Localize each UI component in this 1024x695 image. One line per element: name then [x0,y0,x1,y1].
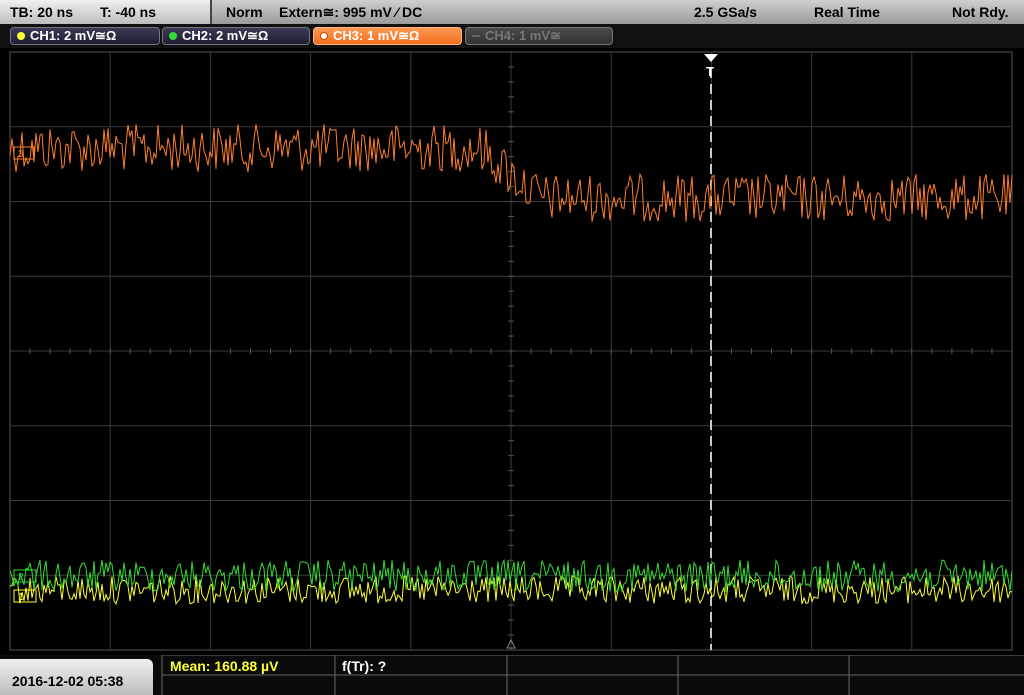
channel-1-offset-label: 1 [18,592,24,603]
datetime-box: 2016-12-02 05:38 [0,659,153,695]
channel-3-offset-label: 3 [18,149,24,160]
status-bar: TB: 20 ns T: -40 ns Norm Extern≅: 995 mV… [0,0,1024,24]
acquisition-status: Not Rdy. [952,4,1009,20]
trigger-mode[interactable]: Norm [226,4,263,20]
acquisition-mode: Real Time [814,4,880,20]
channel-2-label: CH2: 2 mV≅Ω [182,28,269,43]
channel-3-indicator-icon [320,32,328,40]
channel-bar: CH1: 2 mV≅Ω CH2: 2 mV≅Ω CH3: 1 mV≅Ω CH4:… [0,24,1024,48]
channel-2-indicator-icon [169,32,177,40]
waveform-display[interactable]: T 3 2 1 [0,48,1024,655]
measurement-bar [0,655,1024,695]
timebase-box[interactable]: TB: 20 ns T: -40 ns [0,0,212,24]
channel-3-label: CH3: 1 mV≅Ω [333,28,420,43]
channel-4-label: CH4: 1 mV≅ [485,28,561,43]
channel-3-button[interactable]: CH3: 1 mV≅Ω [313,27,462,45]
waveform-grid: T 3 2 1 [9,51,1013,651]
channel-1-button[interactable]: CH1: 2 mV≅Ω [10,27,160,45]
channel-1-indicator-icon [17,32,25,40]
mean-measurement[interactable]: Mean: 160.88 µV [170,658,278,674]
channel-4-button[interactable]: CH4: 1 mV≅ [465,27,613,45]
timebase-value: TB: 20 ns [10,4,74,20]
trigger-position-value: T: -40 ns [100,4,157,20]
datetime-label: 2016-12-02 05:38 [12,673,124,689]
frequency-measurement[interactable]: f(Tr): ? [342,658,386,674]
measurement-grid [161,655,1024,695]
sample-rate: 2.5 GSa/s [694,4,758,20]
trigger-source[interactable]: Extern≅: 995 mV ⁄ DC [279,4,422,21]
trigger-marker-label: T [706,64,714,79]
channel-2-button[interactable]: CH2: 2 mV≅Ω [162,27,310,45]
channel-4-indicator-icon [472,35,480,37]
channel-1-label: CH1: 2 mV≅Ω [30,28,117,43]
channel-2-offset-label: 2 [18,572,24,583]
